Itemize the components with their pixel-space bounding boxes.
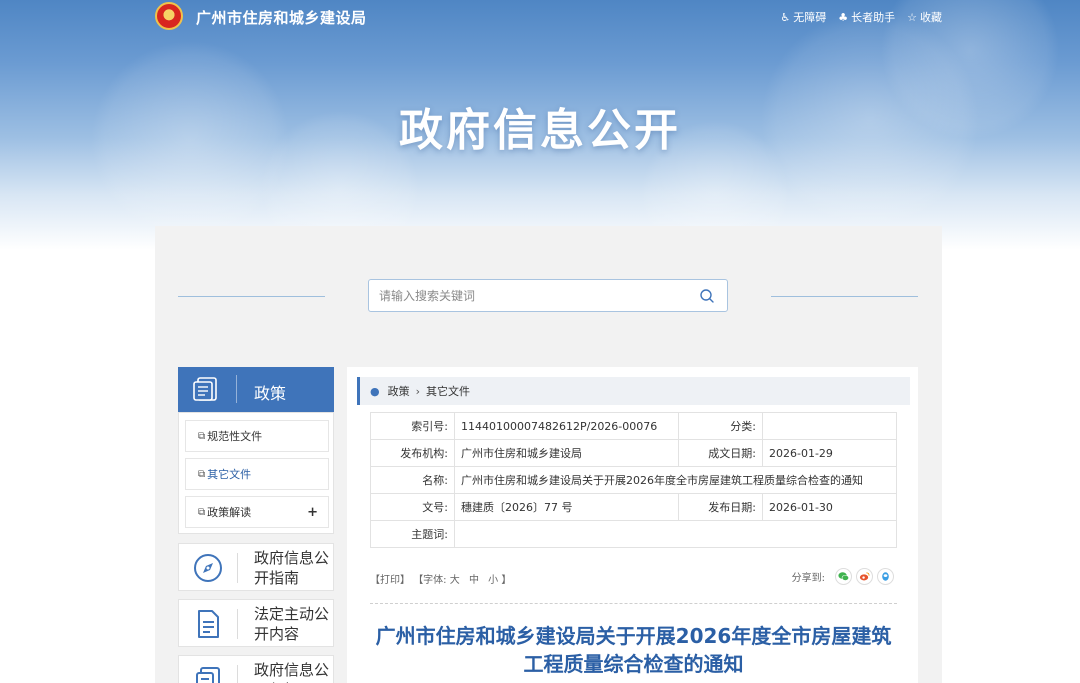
sidebar-heading-label: 政策 bbox=[254, 384, 287, 403]
favorite-label: 收藏 bbox=[920, 11, 942, 24]
article-toolbar: 【打印】 【字体: 大 中 小 】 bbox=[370, 571, 511, 586]
breadcrumb-item-other-docs[interactable]: 其它文件 bbox=[426, 383, 470, 399]
keywords-value bbox=[454, 520, 897, 548]
keywords-label: 主题词: bbox=[370, 520, 455, 548]
favorite-link[interactable]: ☆ 收藏 bbox=[907, 9, 942, 25]
sidebar-heading[interactable]: 政策 bbox=[178, 367, 334, 412]
name-value: 广州市住房和城乡建设局关于开展2026年度全市房屋建筑工程质量综合检查的通知 bbox=[454, 466, 897, 494]
top-bar: 广州市住房和城乡建设局 ♿ 无障碍 ♣ 长者助手 ☆ 收藏 bbox=[0, 0, 1080, 34]
card-statutory-content[interactable]: 法定主动公开内容 bbox=[178, 599, 334, 647]
accessibility-link[interactable]: ♿ 无障碍 bbox=[780, 9, 826, 25]
elder-help-icon: ♣ bbox=[838, 10, 849, 24]
share-label: 分享到: bbox=[791, 573, 825, 584]
content-divider bbox=[370, 603, 897, 604]
card-separator bbox=[237, 665, 238, 683]
document-title: 广州市住房和城乡建设局关于开展2026年度全市房屋建筑工程质量综合检查的通知 bbox=[375, 624, 892, 676]
weibo-icon bbox=[859, 572, 870, 581]
search-divider-left bbox=[178, 296, 325, 297]
font-size-close: 】 bbox=[501, 575, 512, 586]
compass-icon bbox=[194, 554, 222, 582]
content-panel: ● 政策 › 其它文件 索引号: 11440100007482612P/2026… bbox=[347, 367, 918, 683]
doc-number-value: 穗建质〔2026〕77 号 bbox=[454, 493, 679, 521]
table-row: 文号: 穗建质〔2026〕77 号 发布日期: 2026-01-30 bbox=[370, 493, 897, 521]
document-icon: ⧉ bbox=[198, 506, 206, 518]
qq-share-button[interactable] bbox=[877, 568, 894, 585]
accessibility-icon: ♿ bbox=[780, 10, 791, 24]
font-small-button[interactable]: 小 bbox=[488, 575, 498, 586]
elder-help-label: 长者助手 bbox=[851, 11, 896, 24]
sidebar-item-other-docs[interactable]: ⧉ 其它文件 bbox=[185, 458, 329, 490]
card-annual-report[interactable]: 政府信息公开年报 bbox=[178, 655, 334, 683]
category-label: 分类: bbox=[678, 412, 763, 440]
national-emblem-icon bbox=[155, 2, 183, 30]
sidebar-list: ⧉ 规范性文件 ⧉ 其它文件 ⧉ 政策解读 + bbox=[178, 412, 334, 534]
document-icon: ⧉ bbox=[198, 468, 206, 480]
table-row: 索引号: 11440100007482612P/2026-00076 分类: bbox=[370, 412, 897, 440]
sidebar-item-label: 政策解读 bbox=[207, 506, 252, 519]
index-label: 索引号: bbox=[370, 412, 455, 440]
font-size-open: 【字体: bbox=[413, 575, 447, 586]
star-icon: ☆ bbox=[907, 10, 917, 24]
name-label: 名称: bbox=[370, 466, 455, 494]
card-label: 法定主动公开内容 bbox=[254, 605, 330, 643]
site-name[interactable]: 广州市住房和城乡建设局 bbox=[196, 7, 367, 28]
doc-number-label: 文号: bbox=[370, 493, 455, 521]
publisher-label: 发布机构: bbox=[370, 439, 455, 467]
elder-help-link[interactable]: ♣ 长者助手 bbox=[838, 9, 895, 25]
font-medium-button[interactable]: 中 bbox=[469, 575, 479, 586]
accessibility-label: 无障碍 bbox=[793, 11, 827, 24]
font-large-button[interactable]: 大 bbox=[450, 575, 460, 586]
sidebar-item-label: 其它文件 bbox=[207, 468, 252, 481]
sidebar-item-normative-docs[interactable]: ⧉ 规范性文件 bbox=[185, 420, 329, 452]
document-icon: ⧉ bbox=[198, 430, 206, 442]
location-pin-icon: ● bbox=[370, 384, 380, 398]
search-icon[interactable] bbox=[699, 288, 715, 304]
publisher-value: 广州市住房和城乡建设局 bbox=[454, 439, 679, 467]
wechat-icon bbox=[838, 572, 849, 581]
card-disclosure-guide[interactable]: 政府信息公开指南 bbox=[178, 543, 334, 591]
search-divider-right bbox=[771, 296, 918, 297]
search-input[interactable] bbox=[379, 280, 689, 311]
sidebar-item-label: 规范性文件 bbox=[207, 430, 263, 443]
breadcrumb-item-policy[interactable]: 政策 bbox=[388, 383, 410, 399]
banner-title: 政府信息公开 bbox=[399, 105, 681, 156]
banner: 广州市住房和城乡建设局 ♿ 无障碍 ♣ 长者助手 ☆ 收藏 政府信息公开 bbox=[0, 0, 1080, 250]
published-date-label: 发布日期: bbox=[678, 493, 763, 521]
index-value: 11440100007482612P/2026-00076 bbox=[454, 412, 679, 440]
report-icon bbox=[196, 667, 220, 683]
card-separator bbox=[237, 609, 238, 639]
created-date-label: 成文日期: bbox=[678, 439, 763, 467]
published-date-value: 2026-01-30 bbox=[762, 493, 897, 521]
table-row: 名称: 广州市住房和城乡建设局关于开展2026年度全市房屋建筑工程质量综合检查的… bbox=[370, 466, 897, 494]
wechat-share-button[interactable] bbox=[835, 568, 852, 585]
card-label: 政府信息公开年报 bbox=[254, 661, 330, 683]
card-separator bbox=[237, 553, 238, 583]
search-box bbox=[368, 279, 728, 312]
print-button[interactable]: 【打印】 bbox=[370, 575, 410, 586]
table-row: 发布机构: 广州市住房和城乡建设局 成文日期: 2026-01-29 bbox=[370, 439, 897, 467]
document-stack-icon bbox=[193, 377, 217, 401]
weibo-share-button[interactable] bbox=[856, 568, 873, 585]
file-list-icon bbox=[198, 610, 219, 638]
share-bar: 分享到: bbox=[792, 568, 894, 585]
table-row: 主题词: bbox=[370, 520, 897, 548]
chevron-right-icon: › bbox=[415, 384, 421, 398]
heading-separator bbox=[236, 375, 237, 403]
breadcrumb: ● 政策 › 其它文件 bbox=[357, 377, 910, 405]
qq-icon bbox=[882, 572, 889, 581]
expand-icon[interactable]: + bbox=[307, 505, 318, 520]
document-info-table: 索引号: 11440100007482612P/2026-00076 分类: 发… bbox=[370, 412, 897, 548]
created-date-value: 2026-01-29 bbox=[762, 439, 897, 467]
top-links: ♿ 无障碍 ♣ 长者助手 ☆ 收藏 bbox=[780, 9, 942, 25]
sidebar-item-policy-interpretation[interactable]: ⧉ 政策解读 + bbox=[185, 496, 329, 528]
card-label: 政府信息公开指南 bbox=[254, 549, 330, 587]
category-value bbox=[762, 412, 897, 440]
